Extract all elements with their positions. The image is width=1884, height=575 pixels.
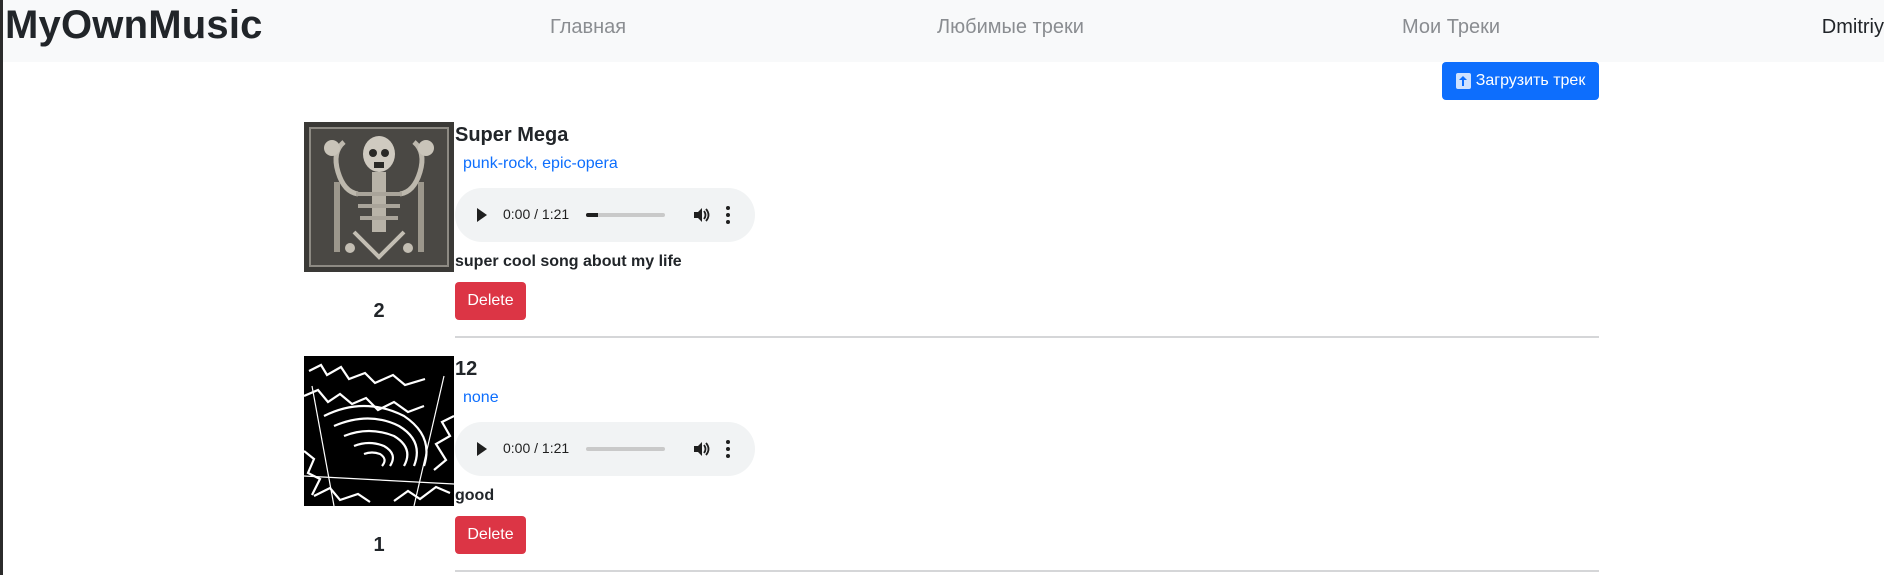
audio-player: 0:00 / 1:21: [455, 188, 755, 242]
volume-icon[interactable]: [691, 439, 711, 459]
delete-button[interactable]: Delete: [455, 516, 526, 554]
track-info: Super Mega punk-rock, epic-opera 0:00 / …: [455, 122, 1599, 338]
track-info: 12 none 0:00 / 1:21 good Delete: [455, 356, 1599, 572]
track-title: 12: [455, 358, 478, 380]
player-progress-fill: [586, 213, 598, 217]
player-progress-bar[interactable]: [586, 213, 665, 217]
player-progress-bar[interactable]: [586, 447, 665, 451]
delete-button[interactable]: Delete: [455, 282, 526, 320]
navbar: MyOwnMusic Главная Любимые треки Мои Тре…: [3, 0, 1884, 62]
window-left-edge: [0, 0, 3, 575]
nav-link-my-tracks[interactable]: Мои Треки: [1402, 14, 1500, 40]
user-menu[interactable]: Dmitriy: [1822, 14, 1884, 40]
audio-player: 0:00 / 1:21: [455, 422, 755, 476]
player-time: 0:00 / 1:21: [503, 206, 570, 222]
upload-track-label: Загрузить трек: [1475, 72, 1586, 89]
track-title: Super Mega: [455, 124, 569, 146]
play-icon[interactable]: [477, 442, 487, 456]
divider: [455, 336, 1599, 338]
more-options-icon[interactable]: [726, 440, 730, 458]
upload-track-button[interactable]: Загрузить трек: [1442, 62, 1599, 100]
play-icon[interactable]: [477, 208, 487, 222]
player-time: 0:00 / 1:21: [503, 440, 570, 456]
track-cover-image: [304, 356, 454, 506]
upload-arrow-icon: [1455, 73, 1471, 89]
nav-link-favorites[interactable]: Любимые треки: [937, 14, 1084, 40]
track-cover-image: [304, 122, 454, 272]
track-description: good: [455, 487, 495, 504]
track-tags-link[interactable]: none: [463, 388, 1599, 408]
track-number: 2: [373, 300, 385, 322]
volume-icon[interactable]: [691, 205, 711, 225]
divider: [455, 570, 1599, 572]
track-number: 1: [373, 534, 385, 556]
track-description: super cool song about my life: [455, 253, 682, 270]
brand-logo[interactable]: MyOwnMusic: [5, 2, 263, 48]
nav-link-home[interactable]: Главная: [550, 14, 626, 40]
track-tags-link[interactable]: punk-rock, epic-opera: [463, 154, 1599, 174]
more-options-icon[interactable]: [726, 206, 730, 224]
